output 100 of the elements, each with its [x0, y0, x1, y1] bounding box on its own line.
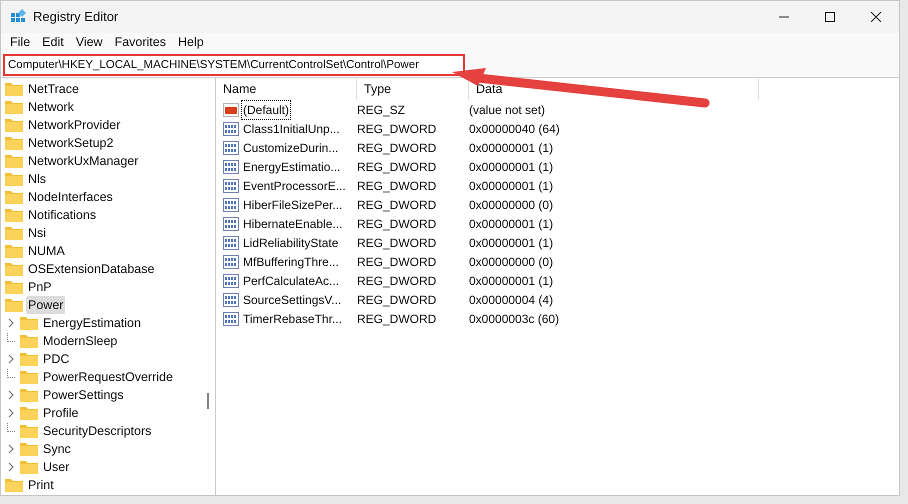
column-header[interactable]: Name — [216, 78, 357, 100]
binary-value-icon — [223, 160, 239, 174]
folder-icon — [20, 406, 38, 420]
table-cell[interactable]: PerfCalculateAc... — [241, 270, 342, 290]
folder-icon — [20, 442, 38, 456]
binary-value-icon — [223, 178, 239, 192]
table-cell[interactable]: TimerRebaseThr... — [241, 308, 344, 328]
tree-item[interactable]: Nls — [26, 170, 48, 188]
table-cell[interactable]: CustomizeDurin... — [241, 138, 340, 158]
tree-item[interactable]: NodeInterfaces — [26, 188, 115, 206]
table-cell[interactable]: Class1InitialUnp... — [241, 118, 342, 138]
folder-icon — [5, 118, 23, 132]
folder-icon — [5, 154, 23, 168]
table-cell-text: REG_DWORD — [357, 140, 438, 156]
table-cell-text: 0x00000004 (4) — [469, 292, 554, 308]
table-cell[interactable]: SourceSettingsV... — [241, 290, 344, 310]
tree-item[interactable]: Power — [26, 296, 66, 314]
vertical-scrollbar-thumb[interactable] — [207, 393, 209, 409]
folder-icon — [5, 172, 23, 186]
table-cell-text: REG_DWORD — [357, 310, 438, 328]
table-cell[interactable]: HibernateEnable... — [241, 214, 344, 234]
chevron-icon[interactable] — [7, 462, 15, 472]
folder-icon — [5, 244, 23, 258]
table-cell-text: REG_DWORD — [357, 120, 438, 138]
table-cell-text: 0x00000040 (64) — [469, 120, 560, 138]
menu-item[interactable]: Favorites — [110, 32, 171, 52]
tree-item[interactable]: NUMA — [26, 242, 67, 260]
folder-icon — [5, 280, 23, 294]
binary-value-icon — [223, 122, 239, 136]
folder-icon — [5, 262, 23, 276]
table-cell[interactable]: EventProcessorE... — [241, 176, 348, 196]
binary-value-icon — [223, 236, 239, 250]
tree-item[interactable]: Print — [26, 476, 56, 494]
window-title: Registry Editor — [33, 8, 118, 26]
tree-item[interactable]: OSExtensionDatabase — [26, 260, 156, 278]
table-cell-text: 0x00000000 (0) — [469, 196, 554, 214]
table-cell-text: (value not set) — [469, 102, 546, 118]
binary-value-icon — [223, 140, 239, 154]
binary-value-icon — [223, 216, 239, 230]
binary-value-icon — [223, 254, 239, 268]
folder-icon — [5, 190, 23, 204]
binary-value-icon — [223, 274, 239, 288]
table-cell-text: 0x0000003c (60) — [469, 310, 560, 328]
tree-item[interactable]: Profile — [41, 404, 80, 422]
tree-item[interactable]: PowerRequestOverride — [41, 368, 175, 386]
menu-item[interactable]: File — [5, 32, 36, 52]
tree-item[interactable]: NetworkSetup2 — [26, 134, 116, 152]
table-cell-text: 0x00000001 (1) — [469, 178, 554, 194]
tree-item[interactable]: ModernSleep — [41, 332, 120, 350]
table-cell[interactable]: EnergyEstimatio... — [241, 156, 342, 176]
folder-icon — [20, 316, 38, 330]
menu-item[interactable]: Edit — [37, 32, 69, 52]
table-cell-text: REG_DWORD — [357, 216, 438, 232]
menu-item[interactable]: Help — [172, 32, 209, 52]
table-cell[interactable]: LidReliabilityState — [241, 232, 340, 252]
tree-item[interactable]: PDC — [41, 350, 72, 368]
table-cell[interactable]: HiberFileSizePer... — [241, 194, 344, 214]
chevron-icon[interactable] — [7, 390, 15, 400]
chevron-icon[interactable] — [7, 354, 15, 364]
table-cell[interactable]: (Default) — [241, 100, 292, 120]
tree-item[interactable]: EnergyEstimation — [41, 314, 143, 332]
folder-icon — [20, 460, 38, 474]
maximize-icon[interactable] — [825, 12, 835, 22]
binary-value-icon — [223, 312, 239, 326]
table-cell-text: REG_DWORD — [357, 254, 438, 270]
chevron-icon[interactable] — [7, 318, 15, 328]
tree-item[interactable]: PnP — [26, 278, 54, 296]
tree-item[interactable]: User — [41, 458, 72, 476]
table-cell[interactable]: MfBufferingThre... — [241, 252, 341, 272]
minimize-icon[interactable] — [779, 16, 789, 18]
tree-item[interactable]: SecurityDescriptors — [41, 422, 154, 440]
folder-icon — [20, 388, 38, 402]
folder-icon — [5, 208, 23, 222]
close-icon[interactable] — [871, 12, 881, 22]
chevron-icon[interactable] — [7, 408, 15, 418]
address-field[interactable]: Computer\HKEY_LOCAL_MACHINE\SYSTEM\CurrentControlSet\Control\Power — [3, 54, 465, 76]
tree-item[interactable]: NetTrace — [26, 80, 81, 98]
menu-item[interactable]: View — [70, 32, 108, 52]
tree-item[interactable]: Nsi — [26, 224, 48, 242]
tree-item[interactable]: Sync — [41, 440, 73, 458]
folder-icon — [20, 334, 38, 348]
table-cell-text: 0x00000000 (0) — [469, 254, 554, 270]
table-cell-text: REG_DWORD — [357, 272, 438, 290]
tree-item[interactable]: NetworkUxManager — [26, 152, 140, 170]
tree-item[interactable]: PowerSettings — [41, 386, 126, 404]
folder-icon — [5, 136, 23, 150]
folder-icon — [20, 370, 38, 384]
table-cell-text: REG_DWORD — [357, 196, 438, 214]
folder-icon — [5, 226, 23, 240]
tree-item[interactable]: Network — [26, 98, 76, 116]
folder-icon — [5, 298, 23, 312]
table-cell-text: REG_DWORD — [357, 178, 438, 194]
folder-icon — [20, 424, 38, 438]
binary-value-icon — [223, 292, 239, 306]
tree-item[interactable]: NetworkProvider — [26, 116, 122, 134]
chevron-icon[interactable] — [7, 444, 15, 454]
tree-item[interactable]: Notifications — [26, 206, 98, 224]
table-cell-text: 0x00000001 (1) — [469, 140, 554, 156]
table-cell-text: REG_SZ — [357, 102, 406, 118]
folder-icon — [20, 352, 38, 366]
